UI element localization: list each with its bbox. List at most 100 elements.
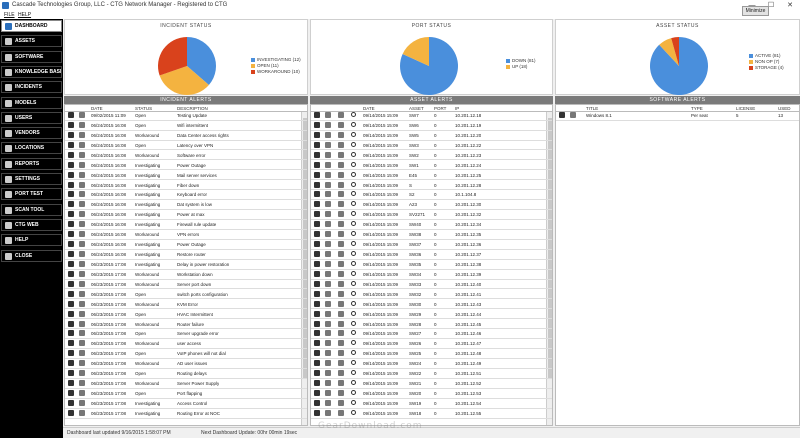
print-icon[interactable] — [79, 280, 85, 287]
edit-icon[interactable] — [559, 112, 565, 118]
network-icon[interactable] — [338, 330, 344, 337]
table-row[interactable]: 09/14/2015 15:09 SW18 0 10.201.12.55 — [311, 409, 552, 419]
network-icon[interactable] — [338, 231, 344, 238]
table-row[interactable]: 09/14/2015 15:09 SW25 0 10.201.12.48 — [311, 350, 552, 359]
print-icon[interactable] — [325, 251, 331, 258]
sidebar-item-locations[interactable]: LOCATIONS — [1, 142, 62, 155]
col-title[interactable]: TITLE — [586, 105, 598, 112]
edit-icon[interactable] — [68, 112, 74, 118]
network-icon[interactable] — [338, 260, 344, 267]
refresh-icon[interactable] — [351, 320, 356, 326]
table-row[interactable]: 09/14/2015 15:09 SW5 0 10.201.12.20 — [311, 131, 552, 141]
table-row[interactable]: 06/24/2015 16:08 Workaround VPN errors — [65, 231, 307, 240]
print-icon[interactable] — [325, 330, 331, 337]
network-icon[interactable] — [338, 399, 344, 406]
edit-icon[interactable] — [314, 161, 320, 168]
edit-icon[interactable] — [68, 350, 74, 357]
print-icon[interactable] — [79, 270, 85, 277]
col-used[interactable]: USED — [778, 105, 791, 112]
print-icon[interactable] — [79, 350, 85, 357]
sidebar-item-users[interactable]: USERS — [1, 111, 62, 124]
print-icon[interactable] — [325, 409, 331, 416]
print-icon[interactable] — [79, 310, 85, 317]
edit-icon[interactable] — [68, 231, 74, 238]
table-row[interactable]: 06/24/2015 16:08 Investigating Dat system … — [65, 201, 307, 211]
print-icon[interactable] — [79, 390, 85, 397]
print-icon[interactable] — [79, 399, 85, 406]
table-row[interactable]: 06/23/2015 17:08 Open Server upgrade error — [65, 330, 307, 340]
network-icon[interactable] — [338, 390, 344, 397]
edit-icon[interactable] — [68, 201, 74, 208]
table-row[interactable]: 06/24/2015 16:08 Investigating Fiber down — [65, 181, 307, 191]
table-row[interactable]: 06/24/2015 16:08 Investigating Restore rou… — [65, 251, 307, 260]
table-row[interactable]: 09/14/2015 15:09 SW34 0 10.201.12.39 — [311, 270, 552, 280]
print-icon[interactable] — [79, 251, 85, 258]
sidebar-item-settings[interactable]: SETTINGS — [1, 173, 62, 185]
table-row[interactable]: 06/23/2015 17:08 Open VoIP phones will not… — [65, 350, 307, 359]
sidebar-item-port-test[interactable]: PORT TEST — [1, 188, 62, 201]
network-icon[interactable] — [338, 320, 344, 327]
refresh-icon[interactable] — [351, 409, 356, 415]
edit-icon[interactable] — [314, 390, 320, 397]
network-icon[interactable] — [338, 151, 344, 158]
refresh-icon[interactable] — [351, 390, 356, 396]
print-icon[interactable] — [79, 241, 85, 248]
table-row[interactable]: 06/24/2015 16:08 Investigating Firewall ru… — [65, 221, 307, 230]
print-icon[interactable] — [79, 290, 85, 297]
edit-icon[interactable] — [314, 310, 320, 317]
table-row[interactable]: 09/14/2015 15:09 SW30 0 10.201.12.43 — [311, 300, 552, 310]
sidebar-item-incidents[interactable]: INCIDENTS — [1, 81, 62, 94]
edit-icon[interactable] — [314, 330, 320, 337]
edit-icon[interactable] — [68, 399, 74, 406]
table-row[interactable]: 09/14/2015 15:09 SW36 0 10.201.12.37 — [311, 251, 552, 260]
table-row[interactable]: 09/14/2015 15:09 S 0 10.201.12.28 — [311, 181, 552, 191]
table-row[interactable]: 09/14/2015 15:09 SW1 0 10.201.12.24 — [311, 161, 552, 171]
table-row[interactable]: 06/23/2015 17:08 Investigating Routing Err… — [65, 409, 307, 419]
print-icon[interactable] — [325, 270, 331, 277]
refresh-icon[interactable] — [351, 112, 356, 117]
network-icon[interactable] — [338, 251, 344, 258]
print-icon[interactable] — [79, 211, 85, 218]
edit-icon[interactable] — [68, 270, 74, 277]
col-port[interactable]: PORT — [434, 105, 446, 112]
table-row[interactable]: 06/24/2015 16:08 Investigating Keyboard er… — [65, 191, 307, 201]
table-row[interactable]: 09/14/2015 15:09 SW33 0 10.201.12.40 — [311, 280, 552, 290]
edit-icon[interactable] — [314, 241, 320, 248]
edit-icon[interactable] — [68, 191, 74, 198]
print-icon[interactable] — [325, 181, 331, 188]
print-icon[interactable] — [325, 151, 331, 158]
network-icon[interactable] — [338, 310, 344, 317]
table-row[interactable]: 06/23/2015 17:08 Workaround Router failure — [65, 320, 307, 330]
print-icon[interactable] — [79, 340, 85, 347]
network-icon[interactable] — [338, 112, 344, 118]
refresh-icon[interactable] — [351, 260, 356, 266]
edit-icon[interactable] — [314, 280, 320, 287]
print-icon[interactable] — [79, 181, 85, 188]
edit-icon[interactable] — [314, 131, 320, 138]
table-row[interactable]: 06/23/2015 17:08 Workaround Server Power S… — [65, 380, 307, 389]
print-icon[interactable] — [79, 300, 85, 307]
print-icon[interactable] — [325, 161, 331, 168]
refresh-icon[interactable] — [351, 300, 356, 306]
edit-icon[interactable] — [314, 141, 320, 148]
table-row[interactable]: 09/14/2015 15:09 SW26 0 10.201.12.47 — [311, 340, 552, 350]
table-row[interactable]: 09/14/2015 15:09 SW32 0 10.201.12.41 — [311, 290, 552, 300]
edit-icon[interactable] — [314, 399, 320, 406]
print-icon[interactable] — [79, 409, 85, 416]
edit-icon[interactable] — [314, 201, 320, 208]
table-row[interactable]: 06/23/2015 17:08 Workaround AD user issues — [65, 360, 307, 369]
col-status[interactable]: STATUS — [135, 105, 152, 112]
refresh-icon[interactable] — [351, 290, 356, 296]
network-icon[interactable] — [338, 241, 344, 248]
table-row[interactable]: 09/14/2015 15:09 SW3 0 10.201.12.22 — [311, 141, 552, 151]
print-icon[interactable] — [79, 161, 85, 168]
table-row[interactable]: 09/14/2015 15:09 S2 0 10.1.104.8 — [311, 191, 552, 201]
edit-icon[interactable] — [68, 121, 74, 128]
table-row[interactable]: 06/23/2015 17:08 Open switch ports configu… — [65, 290, 307, 300]
network-icon[interactable] — [338, 409, 344, 416]
edit-icon[interactable] — [314, 270, 320, 277]
edit-icon[interactable] — [314, 191, 320, 198]
edit-icon[interactable] — [68, 211, 74, 218]
table-row[interactable]: 06/24/2015 16:08 Investigating Mail server… — [65, 171, 307, 181]
table-row[interactable]: 09/14/2015 15:09 SW2 0 10.201.12.23 — [311, 151, 552, 161]
